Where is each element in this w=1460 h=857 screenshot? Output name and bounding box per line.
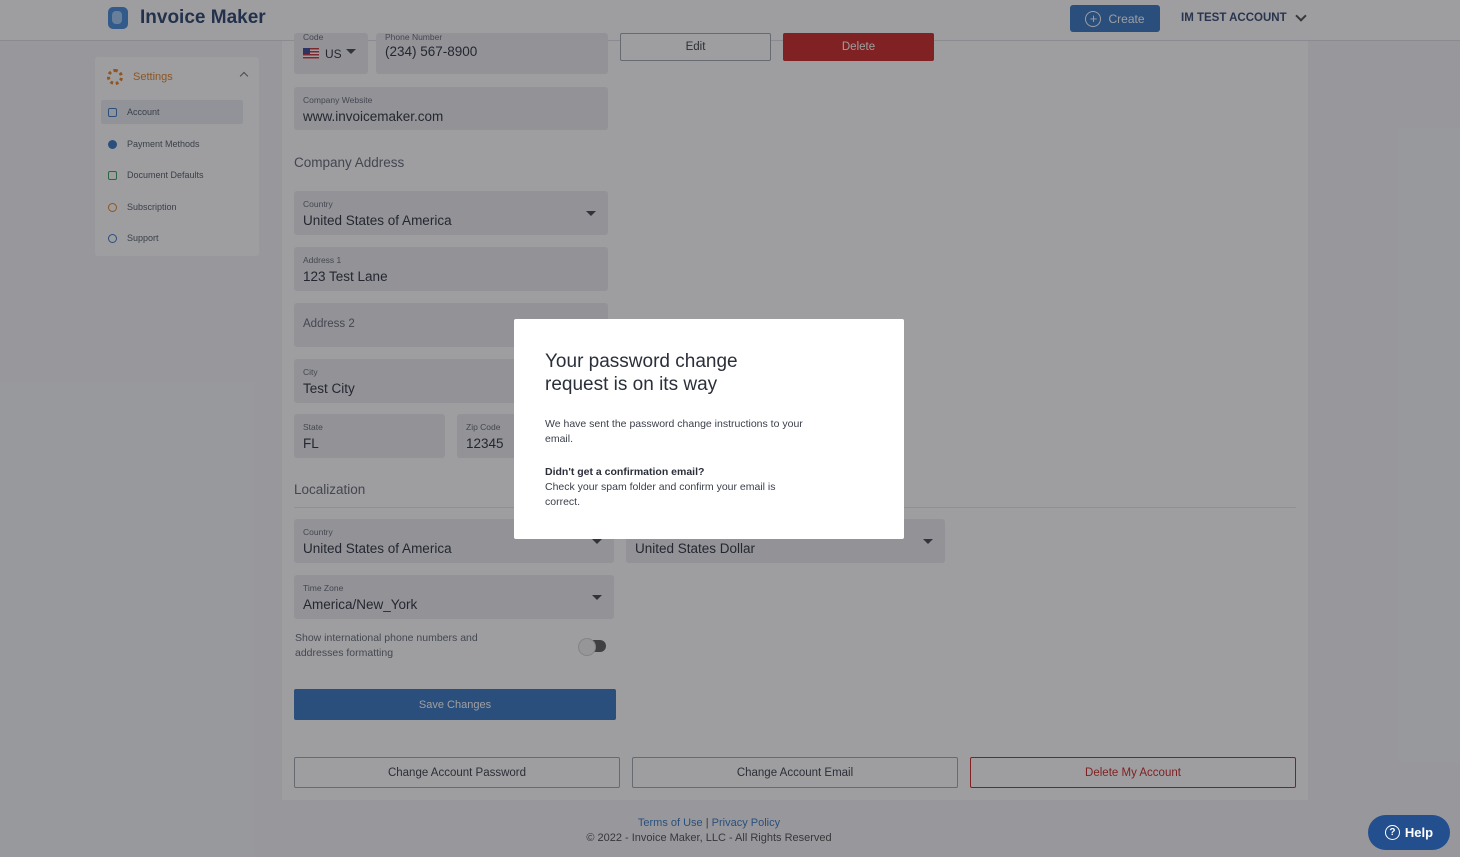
modal-body: We have sent the password change instruc… xyxy=(545,418,803,445)
help-button[interactable]: ? Help xyxy=(1368,815,1450,850)
modal-subbody: Check your spam folder and confirm your … xyxy=(545,481,776,508)
question-icon: ? xyxy=(1384,825,1400,840)
modal-subheading: Didn't get a confirmation email? xyxy=(545,466,705,478)
password-change-modal: Your password change request is on its w… xyxy=(514,319,904,539)
help-label: Help xyxy=(1404,825,1434,840)
modal-title: Your password change request is on its w… xyxy=(545,351,738,395)
